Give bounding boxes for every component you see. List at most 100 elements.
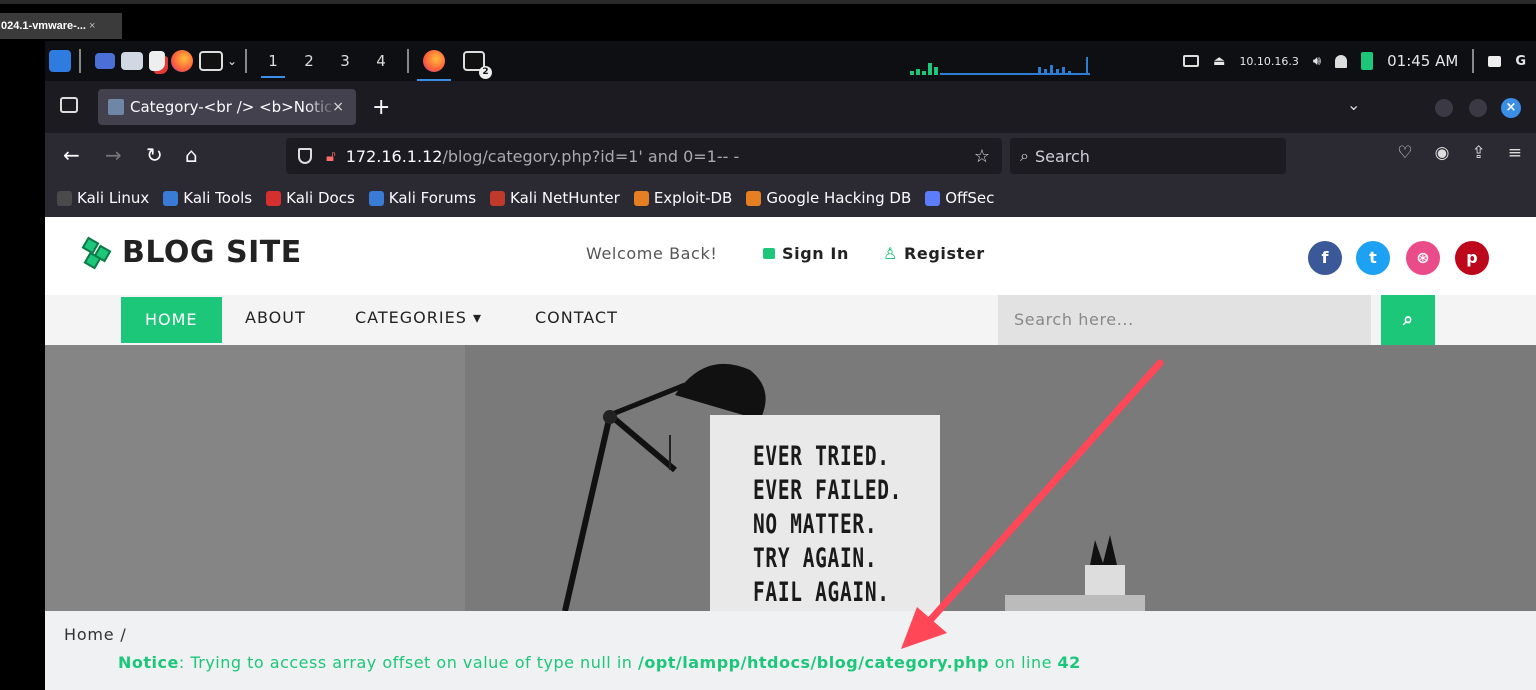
vpn-ip-address: 10.10.16.3 bbox=[1239, 54, 1299, 68]
firefox-launcher-icon[interactable] bbox=[171, 47, 193, 75]
minimize-window-button[interactable] bbox=[1435, 99, 1453, 117]
bookmark-favicon-icon bbox=[57, 190, 72, 206]
url-bar[interactable]: 🔓︎ 172.16.1.12/blog/category.php?id=1' a… bbox=[286, 138, 1002, 174]
kali-top-panel: ⌄ 1 2 3 4 2 ⏏ 10.10.16.3 🔊︎ 01:45 AM G bbox=[45, 41, 1536, 81]
bookmarks-toolbar: Kali Linux Kali Tools Kali Docs Kali Forums… bbox=[45, 179, 1536, 217]
reload-icon[interactable]: ↻ bbox=[146, 143, 163, 167]
panel-separator bbox=[79, 49, 81, 73]
bookmark-label: Kali Tools bbox=[183, 189, 253, 207]
panel-status-area: ⏏ 10.10.16.3 🔊︎ 01:45 AM G bbox=[1183, 41, 1526, 81]
nav-about[interactable]: ABOUT bbox=[245, 295, 306, 341]
site-logo-icon bbox=[81, 236, 114, 269]
text-editor-icon[interactable] bbox=[149, 47, 165, 75]
site-favicon-icon bbox=[108, 99, 124, 115]
network-icon[interactable]: ⏏ bbox=[1213, 54, 1225, 69]
app-menu-icon[interactable]: ≡ bbox=[1508, 143, 1522, 163]
bookmark-label: OffSec bbox=[945, 189, 995, 207]
logout-icon[interactable]: G bbox=[1515, 54, 1526, 69]
file-manager-icon[interactable] bbox=[121, 47, 143, 75]
terminal-launcher-icon[interactable] bbox=[199, 47, 223, 75]
notification-bell-icon[interactable] bbox=[1335, 54, 1348, 68]
insecure-lock-icon[interactable]: 🔓︎ bbox=[326, 147, 336, 165]
host-vm-tab-close-icon[interactable]: × bbox=[89, 20, 95, 32]
breadcrumb[interactable]: Home / bbox=[64, 625, 127, 644]
site-nav-menu: HOME ABOUT CATEGORIES ▾ CONTACT Search h… bbox=[45, 295, 1536, 345]
kali-menu-icon[interactable] bbox=[49, 47, 71, 75]
volume-icon[interactable]: 🔊︎ bbox=[1313, 54, 1321, 69]
browser-tab-bar: Category-<br /> <b>Notic × + ⌄ × bbox=[45, 81, 1536, 133]
hero-poster-line: EVER FAILED. bbox=[753, 475, 903, 506]
hero-poster-line: EVER TRIED. bbox=[753, 441, 890, 472]
bookmark-item[interactable]: Kali Tools bbox=[163, 189, 252, 207]
tab-close-icon[interactable]: × bbox=[332, 99, 344, 115]
notice-label: Notice bbox=[118, 653, 179, 672]
nav-categories-dropdown[interactable]: CATEGORIES ▾ bbox=[355, 295, 482, 341]
workspace-2[interactable]: 2 bbox=[291, 41, 327, 81]
bookmark-item[interactable]: Kali Linux bbox=[57, 189, 149, 207]
home-icon[interactable]: ⌂ bbox=[185, 143, 198, 167]
site-logo[interactable]: BLOG SITE bbox=[81, 235, 302, 270]
workspace-1[interactable]: 1 bbox=[255, 41, 291, 81]
battery-icon[interactable] bbox=[1361, 52, 1374, 70]
nav-contact[interactable]: CONTACT bbox=[535, 295, 618, 341]
facebook-icon[interactable]: f bbox=[1308, 241, 1342, 275]
sign-in-link[interactable]: Sign In bbox=[763, 244, 849, 263]
site-search-button[interactable]: ⌕ bbox=[1381, 295, 1435, 345]
tab-list-icon[interactable] bbox=[60, 97, 78, 113]
bookmark-item[interactable]: Kali Docs bbox=[266, 189, 355, 207]
bookmark-item[interactable]: Kali Forums bbox=[368, 189, 476, 207]
bookmark-favicon-icon bbox=[490, 190, 506, 206]
browser-search-placeholder: Search bbox=[1034, 146, 1090, 166]
bookmark-favicon-icon bbox=[925, 190, 941, 206]
dribbble-icon[interactable]: ⊛ bbox=[1406, 241, 1440, 275]
close-window-button[interactable]: × bbox=[1501, 98, 1521, 118]
site-search-input[interactable]: Search here... bbox=[998, 295, 1371, 345]
new-tab-button[interactable]: + bbox=[372, 95, 390, 120]
tab-dropdown-chevron-icon[interactable]: ⌄ bbox=[1347, 95, 1360, 114]
panel-clock[interactable]: 01:45 AM bbox=[1387, 52, 1458, 70]
bookmark-item[interactable]: Exploit-DB bbox=[633, 189, 732, 207]
workspace-3[interactable]: 3 bbox=[327, 41, 363, 81]
host-vm-tab[interactable]: 024.1-vmware-... × bbox=[0, 13, 122, 39]
lock-screen-icon[interactable] bbox=[1488, 55, 1502, 67]
bookmark-favicon-icon bbox=[633, 190, 649, 206]
breadcrumb-section: Home / Notice: Trying to access array of… bbox=[45, 611, 1536, 690]
user-icon: ♙ bbox=[883, 244, 898, 263]
forward-arrow-icon[interactable]: → bbox=[105, 143, 122, 167]
bookmark-label: Kali NetHunter bbox=[510, 189, 620, 207]
show-desktop-icon[interactable] bbox=[95, 47, 115, 75]
taskbar-terminal-window[interactable]: 2 bbox=[463, 47, 493, 79]
hero-poster-line: FAIL AGAIN. bbox=[753, 577, 890, 608]
panel-separator bbox=[245, 49, 248, 73]
back-arrow-icon[interactable]: ← bbox=[63, 143, 80, 167]
account-icon[interactable]: ◉ bbox=[1435, 143, 1450, 163]
host-window-border bbox=[0, 0, 1536, 4]
notice-text: : Trying to access array offset on value… bbox=[178, 653, 638, 672]
extensions-icon[interactable]: ⇪ bbox=[1472, 143, 1486, 163]
browser-tab-active[interactable]: Category-<br /> <b>Notic × bbox=[98, 89, 356, 125]
bookmark-item[interactable]: Kali NetHunter bbox=[490, 189, 620, 207]
hero-poster-line: NO MATTER. bbox=[753, 509, 878, 540]
bookmark-label: Kali Docs bbox=[286, 189, 355, 207]
taskbar-firefox-window[interactable] bbox=[417, 47, 452, 81]
bookmark-label: Kali Linux bbox=[77, 189, 150, 207]
url-host: 172.16.1.12 bbox=[345, 146, 443, 166]
bookmark-star-icon[interactable]: ☆ bbox=[974, 146, 990, 167]
url-path: /blog/category.php?id=1' and 0=1-- - bbox=[442, 146, 740, 166]
pinterest-icon[interactable]: p bbox=[1455, 241, 1489, 275]
display-icon[interactable] bbox=[1183, 55, 1200, 67]
terminal-count-badge: 2 bbox=[479, 66, 493, 79]
bookmark-item[interactable]: Google Hacking DB bbox=[746, 189, 911, 207]
register-link[interactable]: ♙ Register bbox=[883, 244, 985, 263]
tracking-protection-shield-icon[interactable] bbox=[298, 148, 312, 164]
browser-search-box[interactable]: ⌕ Search bbox=[1010, 138, 1286, 174]
bookmark-label: Google Hacking DB bbox=[766, 189, 912, 207]
chevron-down-icon[interactable]: ⌄ bbox=[227, 47, 237, 75]
sign-in-label: Sign In bbox=[782, 244, 849, 263]
pocket-icon[interactable]: ♡ bbox=[1397, 143, 1412, 163]
bookmark-item[interactable]: OffSec bbox=[925, 189, 994, 207]
twitter-icon[interactable]: t bbox=[1356, 241, 1390, 275]
workspace-4[interactable]: 4 bbox=[363, 41, 399, 81]
maximize-window-button[interactable] bbox=[1469, 99, 1487, 117]
nav-home[interactable]: HOME bbox=[121, 297, 222, 343]
